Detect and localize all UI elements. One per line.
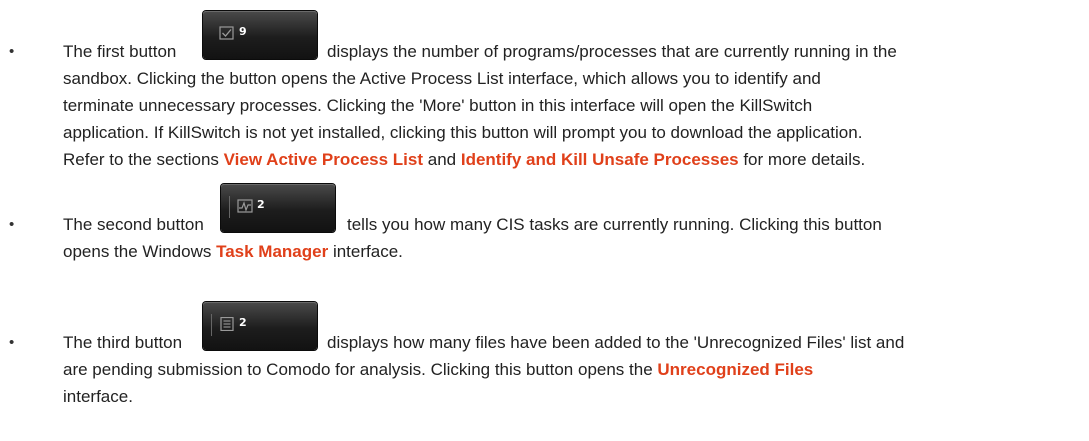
item-line-2: are pending submission to Comodo for ana…	[63, 358, 813, 382]
button-divider	[229, 196, 230, 218]
item-lead-text: The first button	[63, 42, 177, 61]
unrecognized-files-button[interactable]: 2	[203, 302, 317, 350]
link-identify-and-kill-unsafe-processes[interactable]: Identify and Kill Unsafe Processes	[461, 150, 739, 169]
line-text: opens the Windows	[63, 242, 217, 261]
line-text: for more details.	[738, 150, 866, 169]
item-lead-text: The second button	[63, 215, 204, 234]
line-text: are pending submission to Comodo for ana…	[63, 360, 658, 379]
bullet-marker: •	[9, 43, 15, 60]
activity-graph-icon	[237, 199, 253, 213]
process-count: 9	[239, 25, 247, 38]
button-divider	[211, 314, 212, 336]
item-line-3: terminate unnecessary processes. Clickin…	[63, 96, 813, 115]
item-line-1-tail: displays the number of programs/processe…	[327, 42, 897, 61]
running-processes-button[interactable]: 9	[203, 11, 317, 59]
item-line-1-tail: displays how many files have been added …	[327, 333, 905, 352]
line-text: Refer to the sections	[63, 150, 224, 169]
bullet-marker: •	[9, 216, 15, 233]
item-line-5: Refer to the sections View Active Proces…	[63, 148, 865, 172]
link-unrecognized-files[interactable]: Unrecognized Files	[657, 360, 813, 379]
item-line-2: opens the Windows Task Manager interface…	[63, 240, 403, 264]
checkbox-icon	[219, 26, 234, 40]
item-line-3: interface.	[63, 387, 133, 406]
link-task-manager[interactable]: Task Manager	[216, 242, 328, 261]
item-line-4: application. If KillSwitch is not yet in…	[63, 123, 863, 142]
line-text: and	[423, 150, 461, 169]
bullet-marker: •	[9, 334, 15, 351]
item-line-1-tail: tells you how many CIS tasks are current…	[347, 215, 882, 234]
item-line-2: sandbox. Clicking the button opens the A…	[63, 69, 821, 88]
task-count: 2	[257, 198, 265, 211]
item-lead-text: The third button	[63, 333, 183, 352]
cis-tasks-button[interactable]: 2	[221, 184, 335, 232]
link-view-active-process-list[interactable]: View Active Process List	[224, 150, 423, 169]
document-icon	[220, 317, 234, 331]
file-count: 2	[239, 316, 247, 329]
line-text: interface.	[328, 242, 403, 261]
